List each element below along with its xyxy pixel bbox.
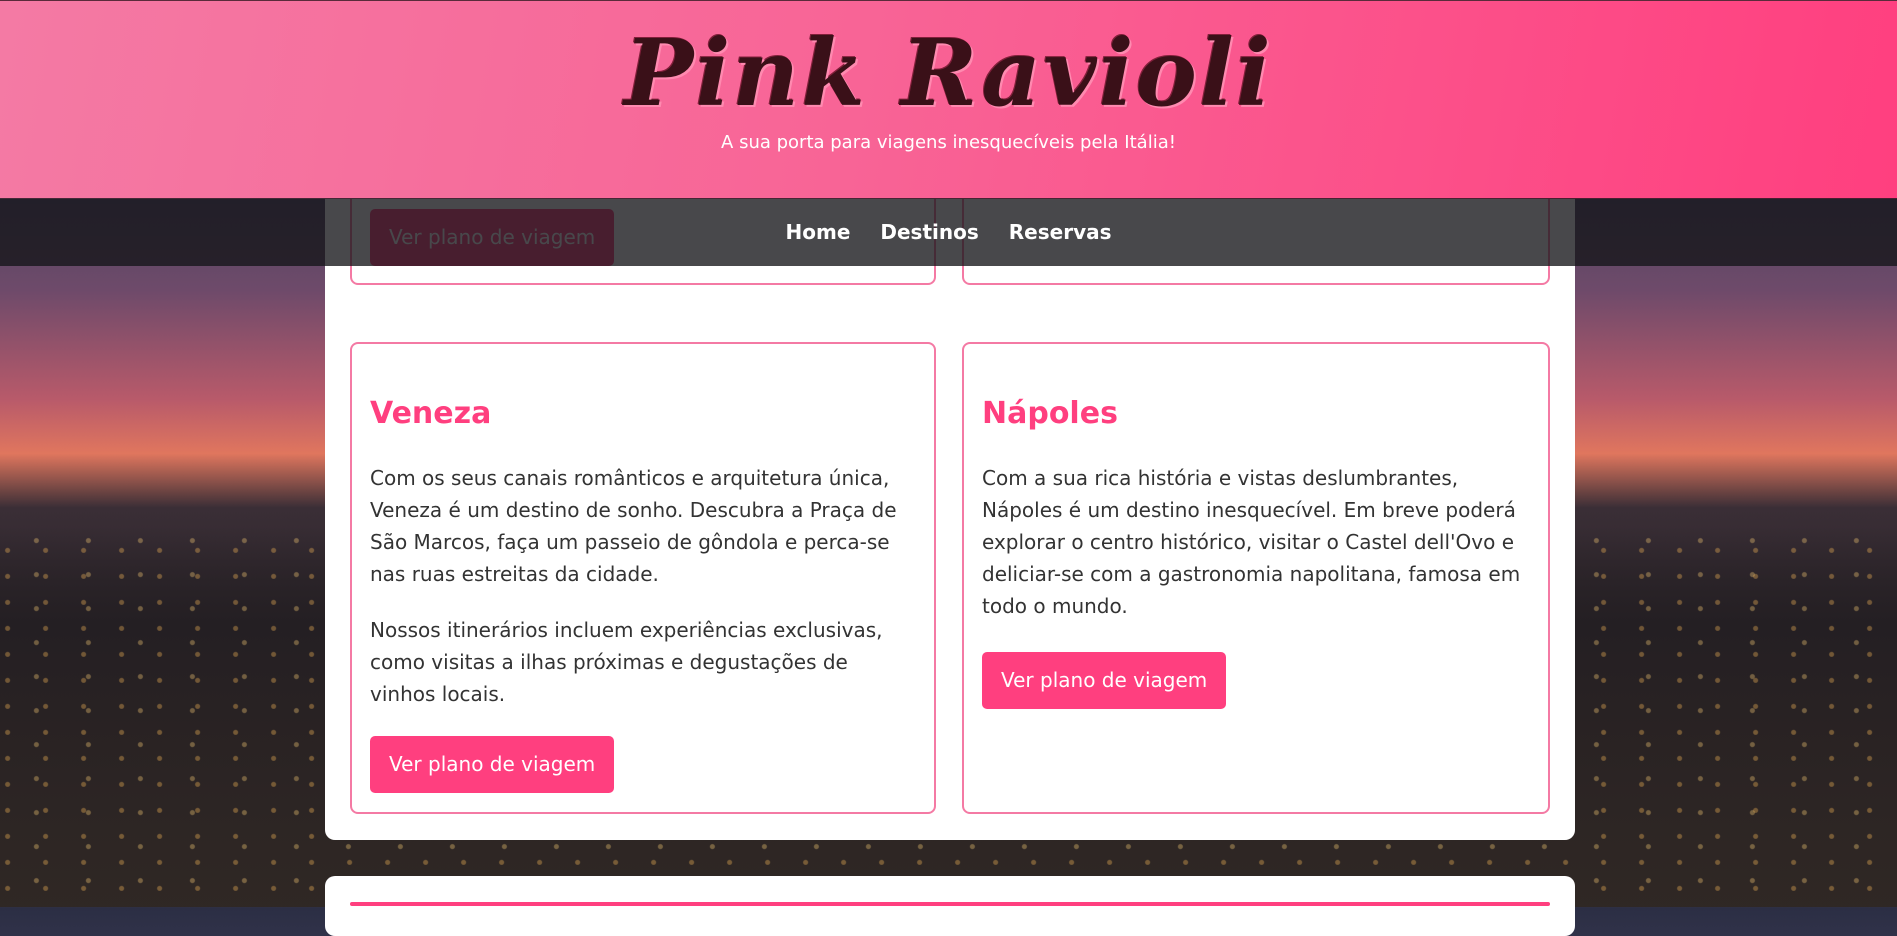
card-title-napoles: Nápoles <box>982 396 1118 431</box>
view-plan-button-napoles[interactable]: Ver plano de viagem <box>982 652 1227 709</box>
main-nav: Home Destinos Reservas <box>0 198 1897 266</box>
site-logo: Pink Ravioli <box>624 19 1273 127</box>
destination-card-veneza: Veneza Com os seus canais românticos e a… <box>350 342 936 814</box>
nav-destinos[interactable]: Destinos <box>880 220 978 244</box>
site-header: Pink Ravioli A sua porta para viagens in… <box>0 0 1897 199</box>
card-title-veneza: Veneza <box>370 396 492 431</box>
section-divider <box>350 902 1550 906</box>
view-plan-button-veneza[interactable]: Ver plano de viagem <box>370 736 615 793</box>
nav-reservas[interactable]: Reservas <box>1009 220 1112 244</box>
card-text-napoles-1: Com a sua rica história e vistas deslumb… <box>982 466 1521 618</box>
card-text-veneza-2: Nossos itinerários incluem experiências … <box>370 618 883 706</box>
destination-card-napoles: Nápoles Com a sua rica história e vistas… <box>962 342 1550 814</box>
card-text-veneza-1: Com os seus canais românticos e arquitet… <box>370 466 897 586</box>
next-section-panel <box>325 876 1575 936</box>
destinations-panel: Ver plano de viagem Ver plano de viagem … <box>325 140 1575 840</box>
site-tagline: A sua porta para viagens inesquecíveis p… <box>721 132 1176 154</box>
nav-home[interactable]: Home <box>786 220 851 244</box>
